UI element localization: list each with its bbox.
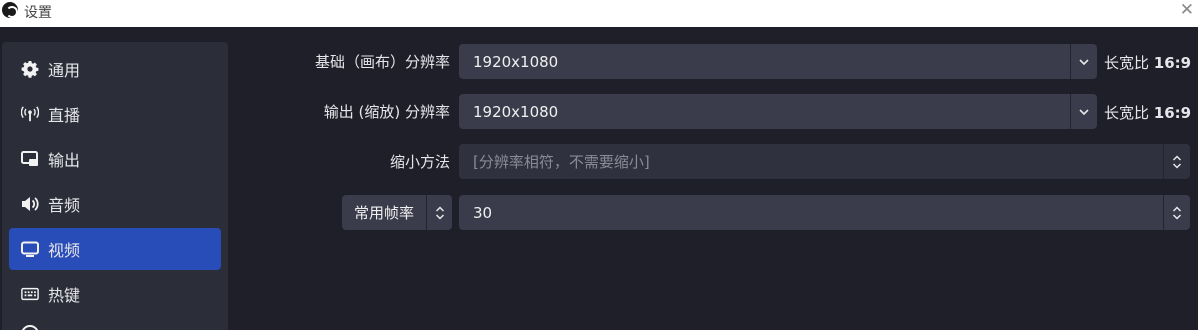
base-resolution-value: 1920x1080: [473, 52, 559, 71]
updown-arrows-icon[interactable]: [1163, 144, 1190, 179]
output-icon: [21, 150, 39, 168]
downscale-filter-select[interactable]: [分辨率相符，不需要缩小]: [459, 144, 1190, 179]
sidebar-item-video[interactable]: 视频: [9, 228, 221, 270]
chevron-down-icon[interactable]: [1070, 44, 1097, 79]
fps-type-label: 常用帧率: [354, 204, 415, 222]
title-bar: 设置 ✕: [0, 0, 1198, 27]
sidebar-item-label: 视频: [48, 241, 81, 260]
monitor-icon: [21, 240, 39, 258]
sidebar-item-output[interactable]: 输出: [9, 138, 221, 180]
fps-type-select[interactable]: 常用帧率: [342, 195, 452, 230]
speaker-icon: [21, 195, 39, 213]
base-resolution-combo[interactable]: 1920x1080: [459, 44, 1097, 79]
gear-icon: [21, 60, 39, 78]
fps-value-select[interactable]: 30: [459, 195, 1190, 230]
base-aspect-ratio: 长宽比 16:9: [1104, 52, 1191, 73]
sidebar-item-label: 直播: [48, 106, 81, 125]
aspect-prefix: 长宽比: [1104, 104, 1150, 122]
sidebar-item-audio[interactable]: 音频: [9, 183, 221, 225]
settings-sidebar: 通用 直播 输出 音频 视频 热键: [2, 42, 228, 330]
output-aspect-ratio: 长宽比 16:9: [1104, 102, 1191, 123]
aspect-prefix: 长宽比: [1104, 54, 1150, 72]
sidebar-item-stream[interactable]: 直播: [9, 93, 221, 135]
output-resolution-value: 1920x1080: [473, 102, 559, 121]
fps-value: 30: [473, 203, 493, 222]
obs-logo-icon: [2, 2, 18, 18]
keyboard-icon: [21, 285, 39, 303]
output-resolution-label: 输出 (缩放) 分辨率: [323, 103, 450, 121]
next-sidebar-item-partial: [21, 325, 39, 330]
sidebar-item-label: 音频: [48, 196, 81, 215]
window-title: 设置: [24, 5, 52, 21]
aspect-value: 16:9: [1153, 104, 1192, 122]
sidebar-item-label: 通用: [48, 61, 81, 80]
broadcast-icon: [21, 105, 39, 123]
output-resolution-combo[interactable]: 1920x1080: [459, 94, 1097, 129]
chevron-down-icon[interactable]: [1070, 94, 1097, 129]
downscale-filter-label: 缩小方法: [389, 153, 450, 171]
sidebar-item-hotkeys[interactable]: 热键: [9, 273, 221, 315]
aspect-value: 16:9: [1153, 54, 1192, 72]
sidebar-item-label: 输出: [48, 151, 81, 170]
sidebar-item-label: 热键: [48, 286, 81, 305]
updown-arrows-icon[interactable]: [1163, 195, 1190, 230]
sidebar-item-general[interactable]: 通用: [9, 48, 221, 90]
downscale-filter-value: [分辨率相符，不需要缩小]: [473, 153, 650, 171]
base-resolution-label: 基础（画布）分辨率: [314, 53, 450, 71]
close-icon[interactable]: ✕: [1180, 0, 1194, 20]
updown-arrows-icon[interactable]: [426, 195, 452, 230]
